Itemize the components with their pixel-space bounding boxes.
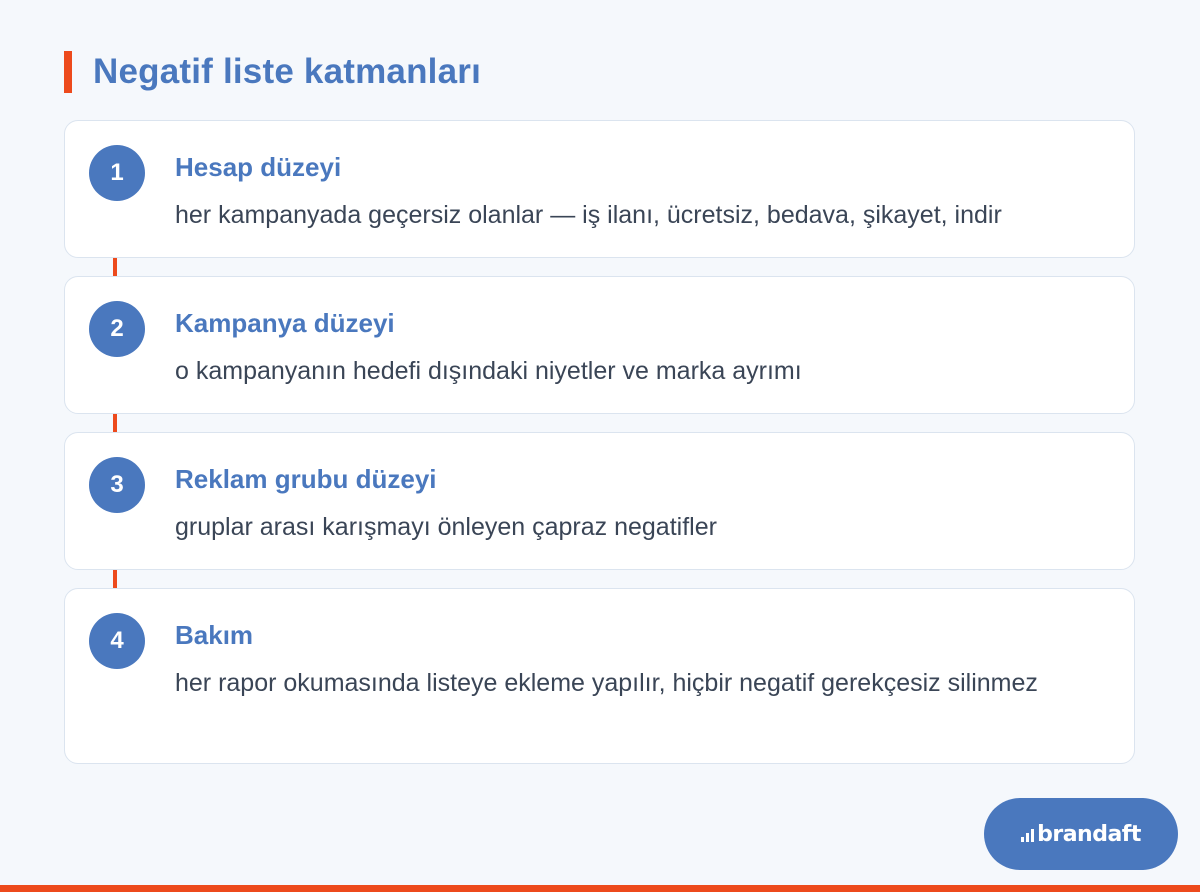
- step-card-4: 4 Bakım her rapor okumasında listeye ekl…: [64, 588, 1135, 764]
- step-connector: [113, 258, 117, 278]
- step-description: her kampanyada geçersiz olanlar — iş ila…: [175, 201, 1002, 229]
- step-description: gruplar arası karışmayı önleyen çapraz n…: [175, 513, 717, 541]
- step-card-2: 2 Kampanya düzeyi o kampanyanın hedefi d…: [64, 276, 1135, 414]
- title-accent-bar: [64, 51, 72, 93]
- step-number-badge: 3: [89, 457, 145, 513]
- step-number-badge: 1: [89, 145, 145, 201]
- brand-name: brandaft: [1037, 821, 1141, 847]
- step-title: Bakım: [175, 620, 254, 650]
- step-card-3: 3 Reklam grubu düzeyi gruplar arası karı…: [64, 432, 1135, 570]
- step-title: Reklam grubu düzeyi: [175, 464, 437, 494]
- step-number-badge: 4: [89, 613, 145, 669]
- step-connector: [113, 414, 117, 434]
- step-connector: [113, 570, 117, 590]
- header: Negatif liste katmanları: [64, 48, 481, 96]
- step-title: Hesap düzeyi: [175, 152, 342, 182]
- step-description: o kampanyanın hedefi dışındaki niyetler …: [175, 357, 802, 385]
- bar-chart-icon: [1021, 826, 1035, 842]
- step-number-badge: 2: [89, 301, 145, 357]
- brand-logo: brandaft: [984, 798, 1178, 870]
- step-title: Kampanya düzeyi: [175, 308, 395, 338]
- step-description: her rapor okumasında listeye ekleme yapı…: [175, 669, 1038, 697]
- page-title: Negatif liste katmanları: [93, 52, 481, 91]
- bottom-accent-bar: [0, 885, 1200, 892]
- step-card-1: 1 Hesap düzeyi her kampanyada geçersiz o…: [64, 120, 1135, 258]
